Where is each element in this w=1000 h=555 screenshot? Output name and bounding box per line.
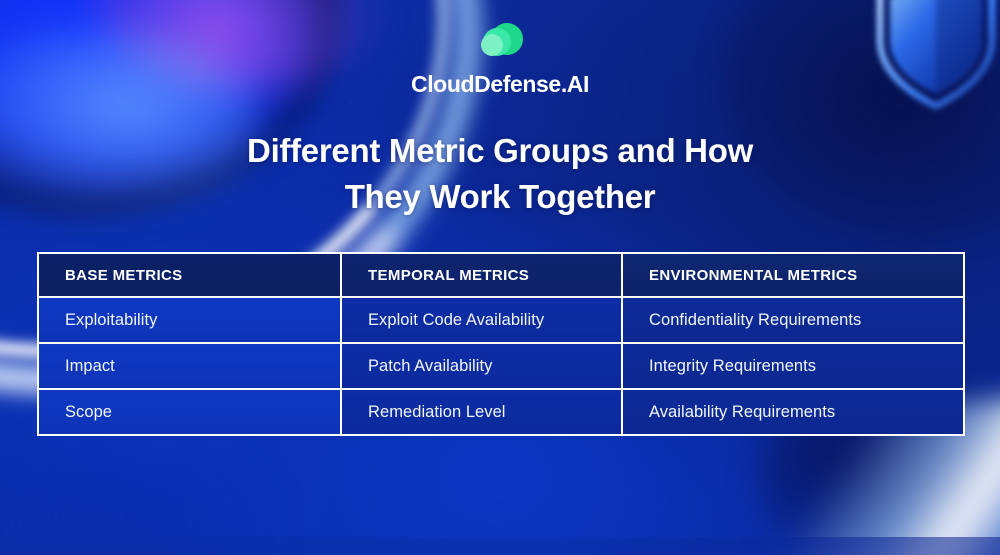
table-row: Impact Patch Availability Integrity Requ… <box>37 342 965 390</box>
table-header: BASE METRICS TEMPORAL METRICS ENVIRONMEN… <box>37 252 965 298</box>
brand-lockup: CloudDefense.AI <box>0 18 1000 96</box>
cell-environmental-metric-3: Availability Requirements <box>621 388 965 436</box>
cell-base-metric-3: Scope <box>37 388 342 436</box>
slide-canvas: CloudDefense.AI Different Metric Groups … <box>0 0 1000 555</box>
table-row: Scope Remediation Level Availability Req… <box>37 388 965 436</box>
cell-base-metric-2: Impact <box>37 342 342 390</box>
page-title-line-2: They Work Together <box>344 177 656 215</box>
page-title: Different Metric Groups and How They Wor… <box>0 128 1000 219</box>
cell-environmental-metric-2: Integrity Requirements <box>621 342 965 390</box>
brand-name: CloudDefense.AI <box>410 71 590 97</box>
cell-environmental-metric-1: Confidentiality Requirements <box>621 296 965 344</box>
cell-base-metric-1: Exploitability <box>37 296 342 344</box>
cell-temporal-metric-3: Remediation Level <box>340 388 623 436</box>
column-header-environmental-metrics: ENVIRONMENTAL METRICS <box>621 252 965 298</box>
cloud-logo-icon <box>0 18 1000 67</box>
metrics-table: BASE METRICS TEMPORAL METRICS ENVIRONMEN… <box>37 252 965 436</box>
table-header-row: BASE METRICS TEMPORAL METRICS ENVIRONMEN… <box>37 252 965 298</box>
cell-temporal-metric-1: Exploit Code Availability <box>340 296 623 344</box>
background-bottom-band <box>0 537 1000 555</box>
page-title-line-1: Different Metric Groups and How <box>247 132 753 169</box>
column-header-base-metrics: BASE METRICS <box>37 252 342 298</box>
cell-temporal-metric-2: Patch Availability <box>340 342 623 390</box>
column-header-temporal-metrics: TEMPORAL METRICS <box>340 252 623 298</box>
table-row: Exploitability Exploit Code Availability… <box>37 296 965 344</box>
table-body: Exploitability Exploit Code Availability… <box>37 296 965 436</box>
